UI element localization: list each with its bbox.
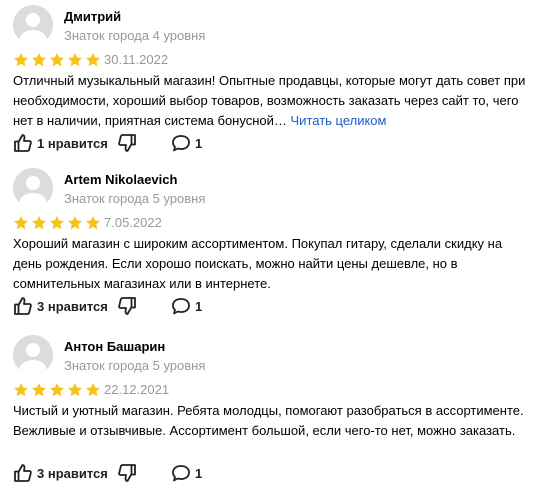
comment-button[interactable]: 1 xyxy=(171,133,202,153)
author-name[interactable]: Дмитрий xyxy=(64,9,121,24)
review-text: Хороший магазин с широким ассортиментом.… xyxy=(13,234,528,294)
star-icon xyxy=(68,383,82,397)
thumb-up-icon xyxy=(14,134,32,152)
rating-stars xyxy=(13,52,101,68)
review-date: 30.11.2022 xyxy=(104,52,169,67)
comment-button[interactable]: 1 xyxy=(171,296,202,316)
comment-bubble-icon xyxy=(172,465,190,482)
star-icon xyxy=(86,216,100,230)
star-icon xyxy=(68,216,82,230)
comment-count: 1 xyxy=(195,465,203,481)
like-button[interactable]: 1 нравится xyxy=(13,133,117,153)
author-badge: Знаток города 5 уровня xyxy=(64,191,206,206)
thumb-down-icon xyxy=(118,297,136,315)
comment-count: 1 xyxy=(195,135,203,151)
avatar[interactable] xyxy=(13,335,53,375)
review-card: Дмитрий Знаток города 4 уровня 30.11.202… xyxy=(0,0,537,163)
read-more-link[interactable]: Читать целиком xyxy=(291,113,387,128)
review-body: Чистый и уютный магазин. Ребята молодцы,… xyxy=(13,403,524,438)
star-icon xyxy=(68,53,82,67)
rating-stars xyxy=(13,382,101,398)
star-icon xyxy=(14,383,28,397)
dislike-button[interactable] xyxy=(117,296,171,316)
thumb-up-icon xyxy=(14,464,32,482)
star-icon xyxy=(32,383,46,397)
star-icon xyxy=(32,216,46,230)
review-card: Artem Nikolaevich Знаток города 5 уровня… xyxy=(0,163,537,330)
star-icon xyxy=(32,53,46,67)
comment-button[interactable]: 1 xyxy=(171,463,202,483)
dislike-button[interactable] xyxy=(117,133,171,153)
reviews-list: Дмитрий Знаток города 4 уровня 30.11.202… xyxy=(0,0,537,493)
author-badge: Знаток города 4 уровня xyxy=(64,28,206,43)
star-icon xyxy=(14,216,28,230)
star-icon xyxy=(86,53,100,67)
review-actions: 3 нравится 1 xyxy=(13,462,202,484)
rating-stars xyxy=(13,215,101,231)
comment-bubble-icon xyxy=(172,135,190,152)
like-count: 3 нравится xyxy=(37,465,108,481)
author-name[interactable]: Антон Башарин xyxy=(64,339,165,354)
star-icon xyxy=(50,53,64,67)
person-silhouette-icon xyxy=(13,335,53,375)
review-body: Хороший магазин с широким ассортиментом.… xyxy=(13,236,503,291)
author-badge: Знаток города 5 уровня xyxy=(64,358,206,373)
author-name[interactable]: Artem Nikolaevich xyxy=(64,172,177,187)
avatar[interactable] xyxy=(13,168,53,208)
review-date: 7.05.2022 xyxy=(104,215,162,230)
star-icon xyxy=(86,383,100,397)
review-actions: 3 нравится 1 xyxy=(13,295,202,317)
review-card: Антон Башарин Знаток города 5 уровня 22.… xyxy=(0,330,537,493)
star-icon xyxy=(50,383,64,397)
thumb-down-icon xyxy=(118,134,136,152)
comment-bubble-icon xyxy=(172,298,190,315)
thumb-up-icon xyxy=(14,297,32,315)
review-date: 22.12.2021 xyxy=(104,382,170,397)
review-actions: 1 нравится 1 xyxy=(13,132,202,154)
dislike-button[interactable] xyxy=(117,463,171,483)
review-text: Отличный музыкальный магазин! Опытные пр… xyxy=(13,71,528,131)
person-silhouette-icon xyxy=(13,5,53,45)
like-count: 1 нравится xyxy=(37,135,108,151)
star-icon xyxy=(14,53,28,67)
review-text: Чистый и уютный магазин. Ребята молодцы,… xyxy=(13,401,528,441)
thumb-down-icon xyxy=(118,464,136,482)
like-button[interactable]: 3 нравится xyxy=(13,296,117,316)
comment-count: 1 xyxy=(195,298,203,314)
star-icon xyxy=(50,216,64,230)
review-body: Отличный музыкальный магазин! Опытные пр… xyxy=(13,73,526,128)
person-silhouette-icon xyxy=(13,168,53,208)
like-button[interactable]: 3 нравится xyxy=(13,463,117,483)
like-count: 3 нравится xyxy=(37,298,108,314)
avatar[interactable] xyxy=(13,5,53,45)
